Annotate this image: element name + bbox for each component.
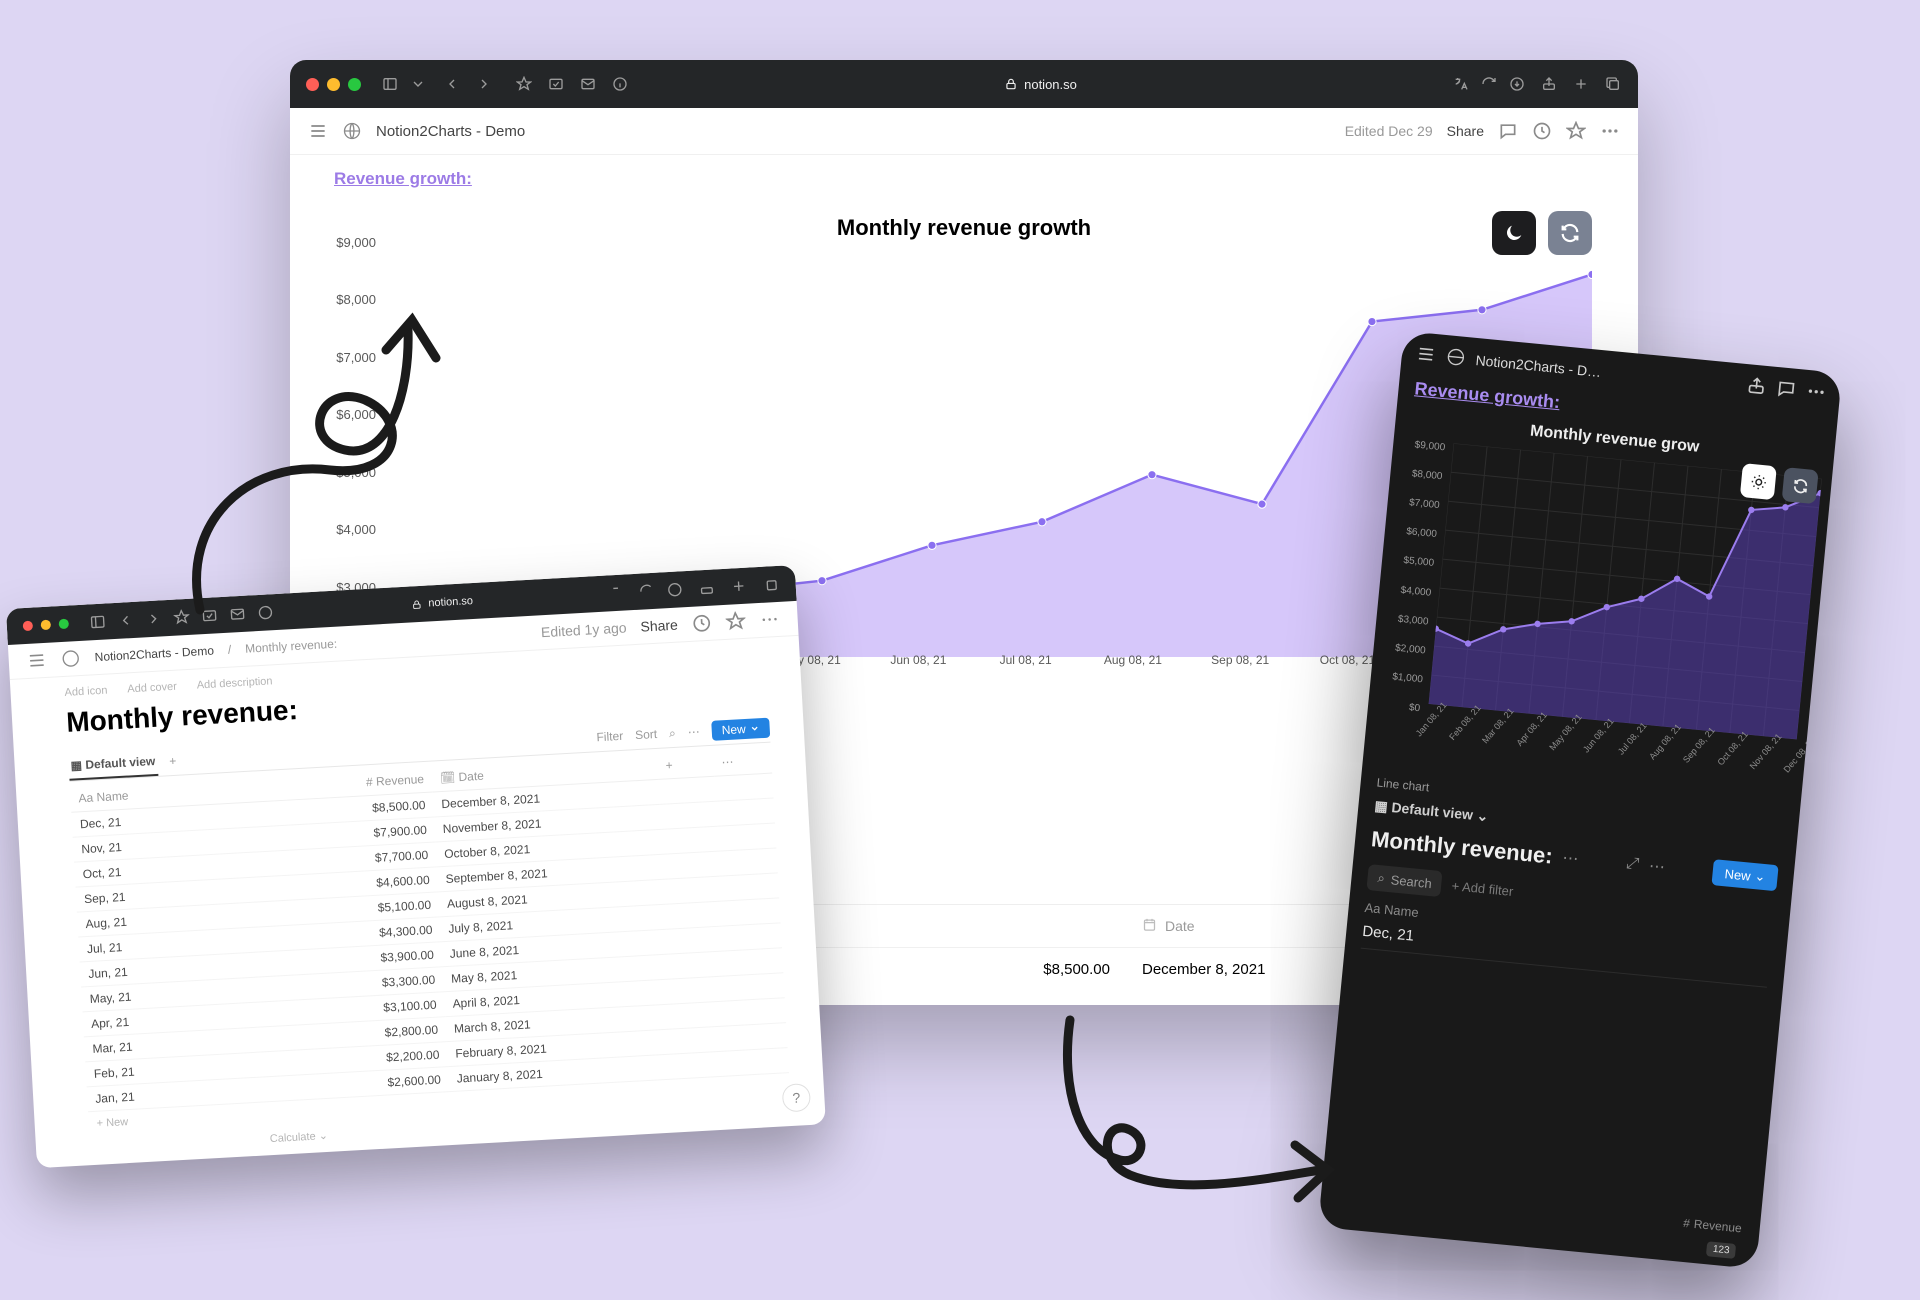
info-icon[interactable] bbox=[611, 75, 629, 93]
add-view-icon[interactable]: + bbox=[169, 754, 177, 768]
sidebar-toggle-icon[interactable] bbox=[381, 75, 399, 93]
add-cover-button[interactable]: Add cover bbox=[127, 681, 177, 696]
back-icon[interactable] bbox=[116, 611, 135, 630]
new-tab-icon[interactable] bbox=[729, 577, 748, 596]
checkbox-icon[interactable] bbox=[200, 606, 219, 625]
new-button[interactable]: New bbox=[711, 718, 770, 741]
maximize-icon[interactable] bbox=[59, 619, 70, 630]
number-format-pill[interactable]: 123 bbox=[1706, 1241, 1736, 1259]
share-icon[interactable] bbox=[697, 578, 716, 597]
minimize-icon[interactable] bbox=[327, 78, 340, 91]
col-date-label: Date bbox=[1165, 918, 1195, 934]
revenue-table: Aa Name # Revenue 🗓 Date + ⋯ Dec, 21$8,5… bbox=[70, 747, 789, 1113]
arrow-doodle bbox=[1010, 1000, 1370, 1245]
maximize-icon[interactable] bbox=[348, 78, 361, 91]
history-icon[interactable] bbox=[1532, 121, 1552, 141]
menu-icon[interactable] bbox=[26, 650, 47, 671]
minimize-icon[interactable] bbox=[41, 620, 52, 631]
more-icon[interactable] bbox=[1600, 121, 1620, 141]
new-tab-icon[interactable] bbox=[1572, 75, 1590, 93]
notion-top-bar: Notion2Charts - Demo Edited Dec 29 Share bbox=[290, 108, 1638, 155]
add-column-icon[interactable]: + bbox=[657, 750, 714, 780]
browser-chrome: notion.so bbox=[290, 60, 1638, 108]
star-icon[interactable] bbox=[725, 611, 746, 632]
globe-icon bbox=[60, 648, 81, 669]
mail-icon[interactable] bbox=[579, 75, 597, 93]
breadcrumb-2[interactable]: Monthly revenue: bbox=[245, 637, 338, 656]
globe-icon bbox=[342, 121, 362, 141]
bookmark-icon[interactable] bbox=[515, 75, 533, 93]
edited-label: Edited Dec 29 bbox=[1345, 123, 1433, 139]
share-button[interactable]: Share bbox=[1447, 123, 1484, 139]
bookmark-icon[interactable] bbox=[172, 608, 191, 627]
menu-icon[interactable] bbox=[308, 121, 328, 141]
add-description-button[interactable]: Add description bbox=[196, 675, 272, 691]
expand-icon[interactable]: ⤢ bbox=[1625, 855, 1639, 874]
url-host: notion.so bbox=[1024, 77, 1077, 92]
tabs-icon[interactable] bbox=[761, 575, 780, 594]
back-icon[interactable] bbox=[443, 75, 461, 93]
col-revenue[interactable]: # Revenue bbox=[1683, 1216, 1743, 1236]
comment-icon[interactable] bbox=[1775, 377, 1797, 402]
translate-icon[interactable] bbox=[609, 583, 628, 602]
address-bar[interactable]: notion.so bbox=[639, 77, 1442, 92]
theme-toggle-button[interactable] bbox=[1740, 463, 1777, 500]
star-icon[interactable] bbox=[1566, 121, 1586, 141]
share-button[interactable]: Share bbox=[640, 617, 678, 635]
mobile-window: Notion2Charts - D… Revenue growth: Month… bbox=[1318, 331, 1842, 1269]
history-icon[interactable] bbox=[691, 613, 712, 634]
share-icon[interactable] bbox=[1540, 75, 1558, 93]
calendar-icon bbox=[1142, 917, 1157, 935]
page-title[interactable]: Notion2Charts - Demo bbox=[376, 123, 525, 140]
search-input[interactable]: ⌕ Search bbox=[1366, 864, 1443, 897]
add-filter-button[interactable]: + Add filter bbox=[1451, 878, 1514, 899]
more-icon[interactable] bbox=[759, 609, 780, 630]
mobile-chart: $9,000$8,000$7,000$6,000$5,000$4,000$3,0… bbox=[1368, 432, 1827, 811]
refresh-chart-button[interactable] bbox=[1782, 467, 1819, 504]
sidebar-toggle-icon[interactable] bbox=[88, 612, 107, 631]
breadcrumb-1[interactable]: Notion2Charts - Demo bbox=[94, 644, 214, 665]
sort-button[interactable]: Sort bbox=[635, 727, 658, 742]
new-button[interactable]: New ⌄ bbox=[1712, 859, 1779, 891]
forward-icon[interactable] bbox=[144, 609, 163, 628]
desktop-db-window: notion.so Notion2Charts - Demo / Monthly… bbox=[6, 565, 826, 1168]
calculate-button[interactable]: Calculate bbox=[270, 1131, 316, 1146]
reload-icon[interactable] bbox=[1480, 75, 1498, 93]
globe-icon bbox=[1445, 346, 1467, 371]
col-more-icon[interactable]: ⋯ bbox=[713, 747, 772, 777]
mobile-title[interactable]: Notion2Charts - D… bbox=[1475, 352, 1602, 380]
chevron-down-icon[interactable] bbox=[409, 75, 427, 93]
filter-button[interactable]: Filter bbox=[596, 729, 623, 744]
comment-icon[interactable] bbox=[1498, 121, 1518, 141]
info-icon[interactable] bbox=[256, 603, 275, 622]
chart-title: Monthly revenue growth bbox=[330, 215, 1598, 241]
checkbox-icon[interactable] bbox=[547, 75, 565, 93]
address-bar[interactable]: notion.so bbox=[284, 588, 600, 618]
new-row-button[interactable]: + New bbox=[96, 1116, 128, 1130]
add-icon-button[interactable]: Add icon bbox=[64, 685, 107, 699]
mail-icon[interactable] bbox=[228, 605, 247, 624]
translate-icon[interactable] bbox=[1452, 75, 1470, 93]
close-icon[interactable] bbox=[306, 78, 319, 91]
menu-icon[interactable] bbox=[1415, 343, 1437, 368]
more-icon[interactable] bbox=[1805, 380, 1827, 405]
tabs-icon[interactable] bbox=[1604, 75, 1622, 93]
tab-default-view[interactable]: ▦ Default view bbox=[68, 748, 158, 781]
download-icon[interactable] bbox=[1508, 75, 1526, 93]
forward-icon[interactable] bbox=[475, 75, 493, 93]
traffic-lights bbox=[306, 78, 361, 91]
mobile-db-title[interactable]: Monthly revenue: bbox=[1370, 826, 1554, 869]
close-icon[interactable] bbox=[23, 621, 34, 632]
page-crumb-link[interactable]: Revenue growth: bbox=[334, 165, 472, 193]
edited-label: Edited 1y ago bbox=[541, 619, 627, 640]
search-icon[interactable]: ⌕ bbox=[669, 725, 677, 740]
more-icon[interactable]: ⋯ bbox=[687, 725, 700, 740]
download-icon[interactable] bbox=[665, 580, 684, 599]
reload-icon[interactable] bbox=[637, 582, 656, 601]
share-icon[interactable] bbox=[1745, 375, 1767, 400]
